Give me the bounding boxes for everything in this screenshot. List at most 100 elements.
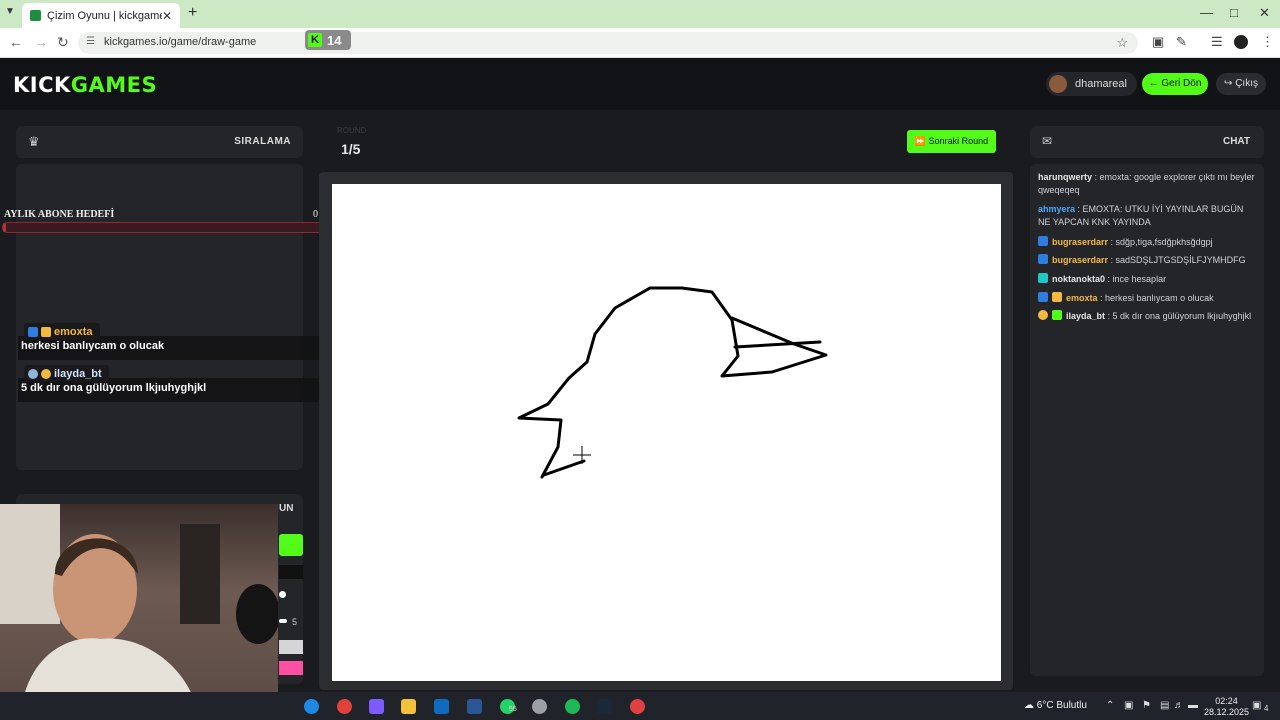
coin-badge-icon bbox=[1038, 310, 1048, 320]
clock-time: 02:24 bbox=[1215, 696, 1238, 706]
canvas-frame bbox=[319, 172, 1013, 690]
crown-badge-icon bbox=[41, 326, 51, 337]
sub-goal-progress-bar bbox=[2, 222, 344, 233]
sub-goal-label: AYLIK ABONE HEDEFİ bbox=[4, 209, 115, 220]
outlook-icon[interactable] bbox=[434, 699, 449, 714]
chat-text: sadSDŞLJTGSDŞİLFJYMHDFG bbox=[1115, 255, 1246, 265]
tab-list-icon[interactable]: ▼ bbox=[5, 6, 15, 17]
color-swatch-black[interactable] bbox=[279, 565, 303, 579]
chat-message: ahmyera : EMOXTA: UTKU İYİ YAYINLAR BUGÜ… bbox=[1038, 204, 1244, 227]
webcam-overlay bbox=[0, 504, 278, 720]
exit-button[interactable]: ↪ Çıkış bbox=[1216, 73, 1266, 95]
user-chip[interactable]: dhamareal bbox=[1046, 72, 1137, 96]
chat-text: ince hesaplar bbox=[1112, 274, 1167, 284]
drawing-canvas[interactable] bbox=[332, 184, 1001, 681]
battery-icon[interactable]: ▬ bbox=[1188, 700, 1198, 711]
weather-widget[interactable]: ☁ 6°C Bulutlu bbox=[1024, 700, 1087, 711]
logo-part-kick: KICK bbox=[13, 73, 71, 97]
exit-button-label: Çıkış bbox=[1235, 78, 1258, 89]
username: dhamareal bbox=[1075, 78, 1127, 90]
chat-username: bugraserdarr bbox=[1052, 255, 1109, 265]
back-icon[interactable]: ← bbox=[9, 34, 23, 50]
restore-icon[interactable]: □ bbox=[1230, 5, 1238, 20]
chat-message: noktanokta0 : ince hesaplar bbox=[1038, 273, 1258, 286]
notification-count: 4 bbox=[1264, 704, 1269, 713]
chat-bubbles-icon: ✉ bbox=[1042, 134, 1053, 148]
browser-menu-icon[interactable]: ⋮ bbox=[1261, 34, 1274, 50]
network-icon[interactable]: ▤ bbox=[1160, 700, 1169, 711]
minimize-icon[interactable]: — bbox=[1200, 5, 1213, 20]
tray-chevron-icon[interactable]: ⌃ bbox=[1106, 700, 1114, 711]
chat-message: bugraserdarr : sadSDŞLJTGSDŞİLFJYMHDFG bbox=[1038, 254, 1258, 267]
weather-text: 6°C Bulutlu bbox=[1036, 700, 1087, 711]
color-swatch-pink[interactable] bbox=[279, 661, 303, 675]
overlay-username-text: ilayda_bt bbox=[54, 367, 102, 380]
brush-size-bar[interactable] bbox=[279, 619, 287, 623]
round-caption: ROUND bbox=[337, 126, 367, 135]
chat-header: ✉ CHAT bbox=[1030, 126, 1264, 158]
url-text: kickgames.io/game/draw-game bbox=[104, 36, 257, 48]
back-button[interactable]: ← Geri Dön bbox=[1142, 73, 1208, 95]
volume-icon[interactable]: ♬ bbox=[1174, 700, 1184, 711]
chat-message: bugraserdarr : sdğp,tiga,fsdğpkhsğdgpj bbox=[1038, 236, 1258, 249]
obs-icon[interactable] bbox=[630, 699, 645, 714]
kick-badge-count: 14 bbox=[327, 32, 342, 48]
chat-username: emoxta bbox=[1066, 293, 1098, 303]
webcam-figure bbox=[0, 504, 278, 720]
tray-app-icon[interactable]: ▣ bbox=[1124, 700, 1133, 711]
settings-icon[interactable] bbox=[532, 699, 547, 714]
drop-badge-icon bbox=[28, 368, 38, 379]
cursor-crosshair-icon bbox=[573, 446, 591, 464]
chat-text: herkesi banlıycam o olucak bbox=[1105, 293, 1214, 303]
screenshot-icon[interactable]: ▣ bbox=[1152, 34, 1164, 50]
chat-username: bugraserdarr bbox=[1052, 237, 1109, 247]
brush-size-value: 5 bbox=[292, 617, 298, 627]
kick-logo-icon: K bbox=[308, 33, 322, 47]
spotify-icon[interactable] bbox=[565, 699, 580, 714]
drawing-stroke-head bbox=[517, 286, 828, 479]
copilot-icon[interactable] bbox=[369, 699, 384, 714]
drawing-strokes bbox=[517, 286, 828, 479]
overlay-message-text: herkesi banlıycam o olucak bbox=[21, 340, 165, 352]
edge-icon[interactable] bbox=[304, 699, 319, 714]
kickgames-logo[interactable]: KICKGAMES bbox=[13, 73, 157, 97]
notification-icon[interactable]: ▣ bbox=[1252, 700, 1261, 711]
forward-icon[interactable]: → bbox=[34, 34, 48, 50]
media-controls-icon[interactable]: ☰ bbox=[1211, 34, 1223, 50]
steam-icon[interactable] bbox=[597, 699, 612, 714]
extensions-icon[interactable]: ✎ bbox=[1176, 34, 1187, 50]
prime-badge-icon bbox=[28, 326, 38, 337]
gift-badge-icon bbox=[1038, 273, 1048, 283]
reload-icon[interactable]: ↻ bbox=[57, 34, 69, 51]
round-counter: 1/5 bbox=[341, 141, 361, 157]
site-info-icon[interactable]: ☰ bbox=[86, 36, 95, 47]
color-swatch-green[interactable] bbox=[279, 534, 303, 556]
close-tab-icon[interactable]: ✕ bbox=[162, 9, 172, 23]
leaderboard-title: SIRALAMA bbox=[234, 136, 291, 147]
brush-size-dot[interactable] bbox=[279, 591, 286, 598]
bookmark-star-icon[interactable]: ☆ bbox=[1116, 35, 1128, 51]
next-round-button[interactable]: ⏩ Sonraki Round bbox=[907, 130, 996, 153]
chat-text: sdğp,tiga,fsdğpkhsğdgpj bbox=[1115, 237, 1213, 247]
file-explorer-icon[interactable] bbox=[401, 699, 416, 714]
profile-avatar[interactable] bbox=[1234, 35, 1248, 49]
system-clock[interactable]: 02:24 28.12.2025 bbox=[1204, 696, 1249, 718]
chat-text: 5 dk dır ona gülüyorum lkjıuhyghjkl bbox=[1112, 311, 1252, 321]
prime-badge-icon bbox=[1038, 292, 1048, 302]
url-input[interactable]: ☰ kickgames.io/game/draw-game ☆ bbox=[78, 32, 1138, 54]
next-round-label: Sonraki Round bbox=[928, 136, 989, 146]
tools-panel-label: UN bbox=[279, 503, 294, 514]
overlay-chat-username: ilayda_bt bbox=[24, 365, 109, 382]
coin-badge-icon bbox=[41, 368, 51, 379]
tab-title: Çizim Oyunu | kickgames.io bbox=[47, 9, 162, 22]
close-window-icon[interactable]: ✕ bbox=[1259, 5, 1270, 21]
new-tab-icon[interactable]: + bbox=[188, 4, 197, 22]
chrome-icon[interactable] bbox=[337, 699, 352, 714]
tray-app-icon[interactable]: ⚑ bbox=[1142, 700, 1151, 711]
clock-date: 28.12.2025 bbox=[1204, 707, 1250, 717]
leaderboard-header: ♛ SIRALAMA bbox=[16, 126, 303, 158]
color-swatch-gray[interactable] bbox=[279, 640, 303, 654]
browser-tab[interactable]: Çizim Oyunu | kickgames.io ✕ bbox=[22, 3, 180, 28]
kick-badge[interactable]: K 14 bbox=[305, 30, 351, 50]
store-icon[interactable] bbox=[467, 699, 482, 714]
